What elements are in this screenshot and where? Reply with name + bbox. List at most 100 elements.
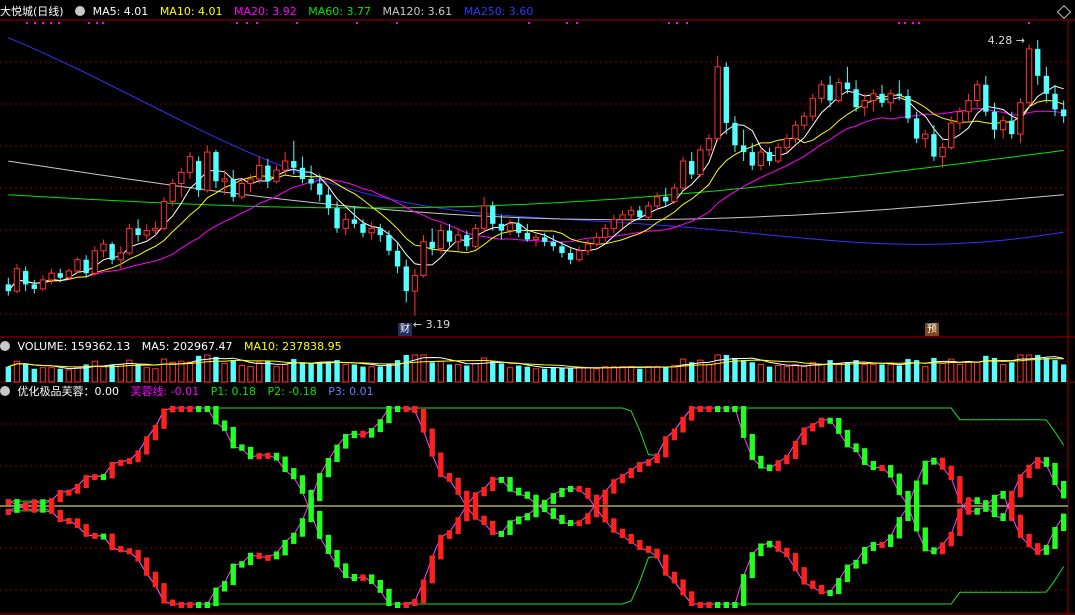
candle-body [39,279,47,290]
indicator-block [810,423,816,432]
settings-icon[interactable] [75,6,86,16]
indicator-block [524,513,531,521]
candle-body [844,82,851,90]
indicator-block [896,517,902,539]
volume-bar [627,366,635,383]
volume-panel[interactable] [5,354,1067,383]
candle-body [351,219,358,224]
signal-dot [26,22,28,24]
candle-body [247,178,254,184]
indicator-panel[interactable] [0,406,1068,608]
indicator-block [862,448,868,466]
candle-body [454,234,462,243]
indicator-block [957,476,963,504]
candle-body [913,118,920,139]
candle-body [273,169,280,182]
candle-body [792,124,799,140]
indicator-block [689,591,695,606]
indicator-block [40,499,46,507]
volume-bar [308,363,314,382]
signal-dot [566,22,568,24]
volume-bar [247,366,254,383]
volume-bar [844,362,851,382]
indicator-line: 芙蓉线: -0.01 [130,385,200,398]
indicator-block [412,406,418,413]
indicator-block [420,579,427,604]
price-panel[interactable]: 4.28 → ← 3.19 [5,34,1067,331]
signal-dot [1028,22,1030,24]
volume-bar [663,366,669,382]
indicator-block [680,416,686,433]
candle-body [775,147,782,162]
indicator-settings-icon[interactable] [0,386,10,396]
volume-bar [637,368,643,382]
volume-bar [740,360,747,382]
marker-yu[interactable]: 预 [925,323,939,336]
indicator-block [317,473,323,502]
candle-body [861,100,868,108]
indicator-block [844,564,851,583]
signal-dot [256,22,258,24]
candle-body [1043,75,1050,94]
candle-body [342,218,349,229]
indicator-block [403,406,409,412]
indicator-block [576,520,582,527]
kline-chart[interactable]: 4.28 → ← 3.19 [0,0,1075,615]
candle-body [31,284,37,289]
candle-body [783,138,791,149]
indicator-block [637,539,643,550]
volume-bar [532,368,540,383]
volume-bar [281,363,289,383]
indicator-block [204,406,210,412]
volume-bar [983,355,989,382]
indicator-block [187,406,193,412]
volume-bar [783,366,791,383]
indicator-legend: 优化极品芙蓉：0.00 芙蓉线: -0.01 P1: 0.18 P2: -0.1… [0,383,382,401]
candle-body [109,244,115,260]
indicator-block [343,434,349,449]
indicator-block [481,487,487,497]
indicator-block [983,505,989,512]
indicator-block [221,420,228,431]
candle-body [516,223,522,233]
indicator-block [299,518,306,537]
candle-body [732,122,738,146]
marker-cai[interactable]: 财 [398,323,412,336]
indicator-block [663,554,669,576]
volume-bar [922,366,929,383]
candle-body [576,250,583,261]
indicator-block [1060,513,1067,531]
indicator-block [792,440,799,459]
indicator-block [109,461,115,479]
indicator-block [351,573,358,582]
indicator-block [948,465,954,481]
indicator-block [1035,543,1041,555]
indicator-block [230,426,236,449]
candle-body [567,253,574,260]
indicator-block [645,545,652,553]
indicator-block [135,450,141,463]
candle-body [1052,93,1058,110]
signal-dot [88,22,90,24]
candle-body [464,235,470,247]
volume-bar [714,354,721,383]
indicator-block [325,534,332,555]
candle-body [178,171,185,184]
indicator-block [533,494,539,506]
indicator-block [455,517,461,535]
candle-body [65,270,73,279]
candle-body [931,134,937,157]
indicator-block [827,590,833,596]
candle-body [100,243,107,252]
indicator-block [619,474,626,484]
indicator-block [299,475,306,494]
volume-bar [559,367,565,382]
stock-name[interactable]: 大悦城(日线) [0,5,64,18]
indicator-block [758,455,764,469]
candle-body [317,183,323,195]
candle-body [602,227,609,238]
indicator-block [836,418,842,434]
candle-body [368,227,375,234]
volume-settings-icon[interactable] [0,341,10,351]
indicator-block [836,578,842,594]
